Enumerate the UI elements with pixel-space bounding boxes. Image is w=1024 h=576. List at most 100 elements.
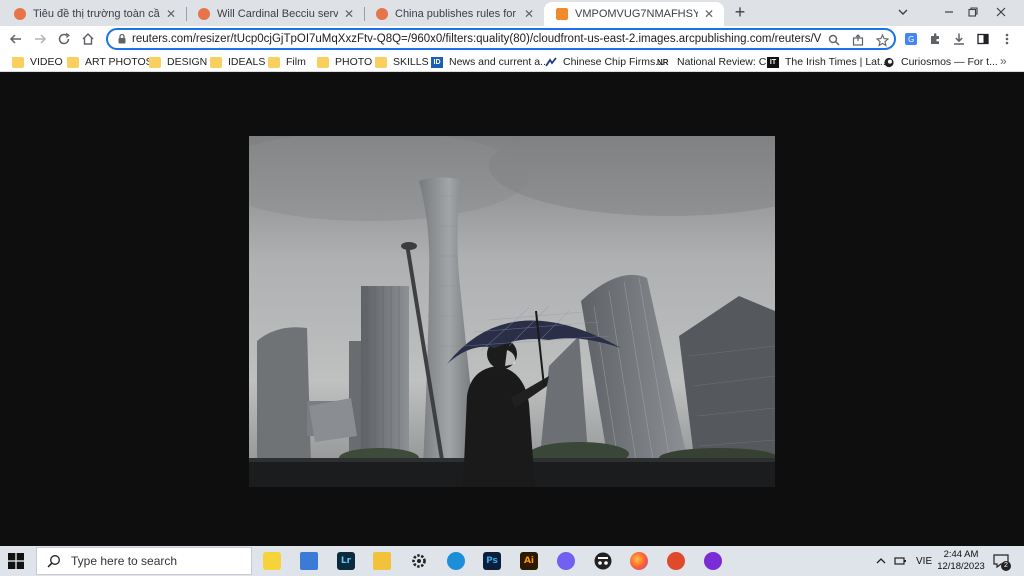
tab-title: Will Cardinal Becciu serve time in	[217, 8, 338, 20]
app-icon	[667, 552, 685, 570]
bookmark-folder-design[interactable]: DESIGN	[149, 54, 207, 70]
folder-icon	[67, 56, 79, 68]
close-tab-icon[interactable]: ✕	[342, 7, 356, 21]
curiosmos-icon	[884, 57, 894, 67]
address-bar[interactable]: reuters.com/resizer/tUcp0cjGjTpOI7uMqXxz…	[106, 28, 896, 50]
search-icon	[47, 555, 60, 568]
bookmark-label: Film	[286, 56, 306, 68]
firefox-icon	[630, 552, 648, 570]
close-tab-icon[interactable]: ✕	[522, 7, 536, 21]
show-hidden-icons-chevron-icon[interactable]	[876, 546, 886, 576]
edge-icon	[447, 552, 465, 570]
new-tab-button[interactable]: +	[730, 3, 750, 23]
folder-icon	[373, 552, 391, 570]
tab-title: China publishes rules for supervis	[395, 8, 518, 20]
svg-text:G: G	[908, 35, 914, 44]
side-panel-icon[interactable]	[974, 30, 992, 48]
folder-icon	[12, 56, 24, 68]
bookmark-news[interactable]: ID News and current a...	[431, 54, 549, 70]
clock-date: 12/18/2023	[937, 561, 985, 572]
photoshop-icon: Ps	[483, 552, 501, 570]
windows-taskbar: Type here to search Lr Ps Ai VIE 2:44 AM…	[0, 546, 1024, 576]
folder-icon	[375, 56, 387, 68]
network-icon[interactable]	[894, 546, 908, 576]
bookmark-chinese-chip[interactable]: Chinese Chip Firms...	[545, 54, 664, 70]
bookmark-label: ART PHOTOS	[85, 56, 153, 68]
input-language[interactable]: VIE	[916, 546, 932, 576]
it-icon: IT	[767, 56, 779, 68]
tab-1[interactable]: Tiêu đề thị trường toàn cầu | Tin ✕	[2, 2, 186, 26]
bookmark-irish-times[interactable]: IT The Irish Times | Lat...	[767, 54, 889, 70]
download-icon[interactable]	[950, 30, 968, 48]
taskbar-app-red[interactable]	[664, 549, 688, 573]
bookmark-folder-photo[interactable]: PHOTO	[317, 54, 372, 70]
gear-icon	[412, 554, 426, 568]
bookmark-label: IDEALS	[228, 56, 266, 68]
reload-icon[interactable]	[54, 29, 74, 49]
bookmark-national-review[interactable]: NR National Review: C...	[657, 54, 775, 70]
zoom-search-icon[interactable]	[826, 32, 842, 48]
bookmark-label: Curiosmos — For t...	[901, 56, 998, 68]
nr-icon: NR	[657, 57, 669, 67]
close-window-icon[interactable]	[978, 0, 1024, 24]
tab-title: VMPOMVUG7NMAFHSYKLS5QVI	[575, 8, 698, 20]
tab-favicon-icon	[556, 8, 568, 20]
bookmark-folder-ideals[interactable]: IDEALS	[210, 54, 265, 70]
tab-title: Tiêu đề thị trường toàn cầu | Tin	[33, 8, 160, 20]
app-icon	[704, 552, 722, 570]
google-translate-icon[interactable]: G	[902, 30, 920, 48]
tab-2[interactable]: Will Cardinal Becciu serve time in ✕	[186, 2, 364, 26]
search-placeholder: Type here to search	[71, 554, 178, 568]
forward-arrow-icon[interactable]	[30, 29, 50, 49]
folder-icon	[317, 56, 329, 68]
computer-icon	[300, 552, 318, 570]
clock-time: 2:44 AM	[943, 549, 979, 560]
bookmark-star-icon[interactable]	[874, 32, 890, 48]
notification-center-icon[interactable]: 2	[992, 552, 1011, 571]
browser-toolbar: reuters.com/resizer/tUcp0cjGjTpOI7uMqXxz…	[0, 26, 1024, 52]
bookmark-folder-art-photos[interactable]: ART PHOTOS	[67, 54, 153, 70]
illustrator-icon: Ai	[520, 552, 538, 570]
home-icon[interactable]	[78, 29, 98, 49]
url-text[interactable]: reuters.com/resizer/tUcp0cjGjTpOI7uMqXxz…	[132, 32, 822, 46]
taskbar-clock[interactable]: 2:44 AM 12/18/2023	[936, 549, 986, 573]
bookmark-label: National Review: C...	[677, 56, 776, 68]
tab-strip: Tiêu đề thị trường toàn cầu | Tin ✕ Will…	[0, 0, 1024, 26]
page-viewport	[0, 73, 1024, 546]
tab-4-active[interactable]: VMPOMVUG7NMAFHSYKLS5QVI ✕	[544, 2, 724, 26]
tab-favicon-icon	[198, 8, 210, 20]
back-arrow-icon[interactable]	[6, 29, 26, 49]
taskbar-explorer-pc[interactable]	[297, 549, 321, 573]
taskbar-search-box[interactable]: Type here to search	[36, 547, 252, 575]
taskbar-app-purple[interactable]	[701, 549, 725, 573]
bookmark-label: SKILLS	[393, 56, 429, 68]
taskbar-sticky-notes[interactable]	[260, 549, 284, 573]
taskbar-firefox[interactable]	[627, 549, 651, 573]
extensions-puzzle-icon[interactable]	[926, 30, 944, 48]
bookmark-label: PHOTO	[335, 56, 373, 68]
tab-search-chevron-icon[interactable]	[880, 0, 926, 24]
incognito-icon	[594, 552, 612, 570]
site-info-icon[interactable]	[116, 33, 128, 45]
tab-3[interactable]: China publishes rules for supervis ✕	[364, 2, 544, 26]
taskbar-incognito-browser[interactable]	[591, 549, 615, 573]
bookmark-curiosmos[interactable]: Curiosmos — For t...	[883, 54, 998, 70]
folder-icon	[268, 56, 280, 68]
close-tab-icon[interactable]: ✕	[702, 7, 716, 21]
taskbar-settings[interactable]	[407, 549, 431, 573]
share-icon[interactable]	[850, 32, 866, 48]
taskbar-illustrator[interactable]: Ai	[517, 549, 541, 573]
taskbar-photoshop[interactable]: Ps	[480, 549, 504, 573]
close-tab-icon[interactable]: ✕	[164, 7, 178, 21]
taskbar-file-explorer[interactable]	[370, 549, 394, 573]
bookmark-folder-skills[interactable]: SKILLS	[375, 54, 429, 70]
bookmarks-overflow-button[interactable]: »	[1000, 54, 1007, 68]
bookmark-folder-film[interactable]: Film	[268, 54, 306, 70]
taskbar-viber[interactable]	[554, 549, 578, 573]
bookmark-folder-video[interactable]: VIDEO	[12, 54, 63, 70]
menu-kebab-icon[interactable]	[998, 30, 1016, 48]
windows-start-icon[interactable]	[8, 553, 24, 569]
taskbar-lightroom[interactable]: Lr	[334, 549, 358, 573]
taskbar-edge[interactable]	[444, 549, 468, 573]
bookmark-label: The Irish Times | Lat...	[785, 56, 889, 68]
